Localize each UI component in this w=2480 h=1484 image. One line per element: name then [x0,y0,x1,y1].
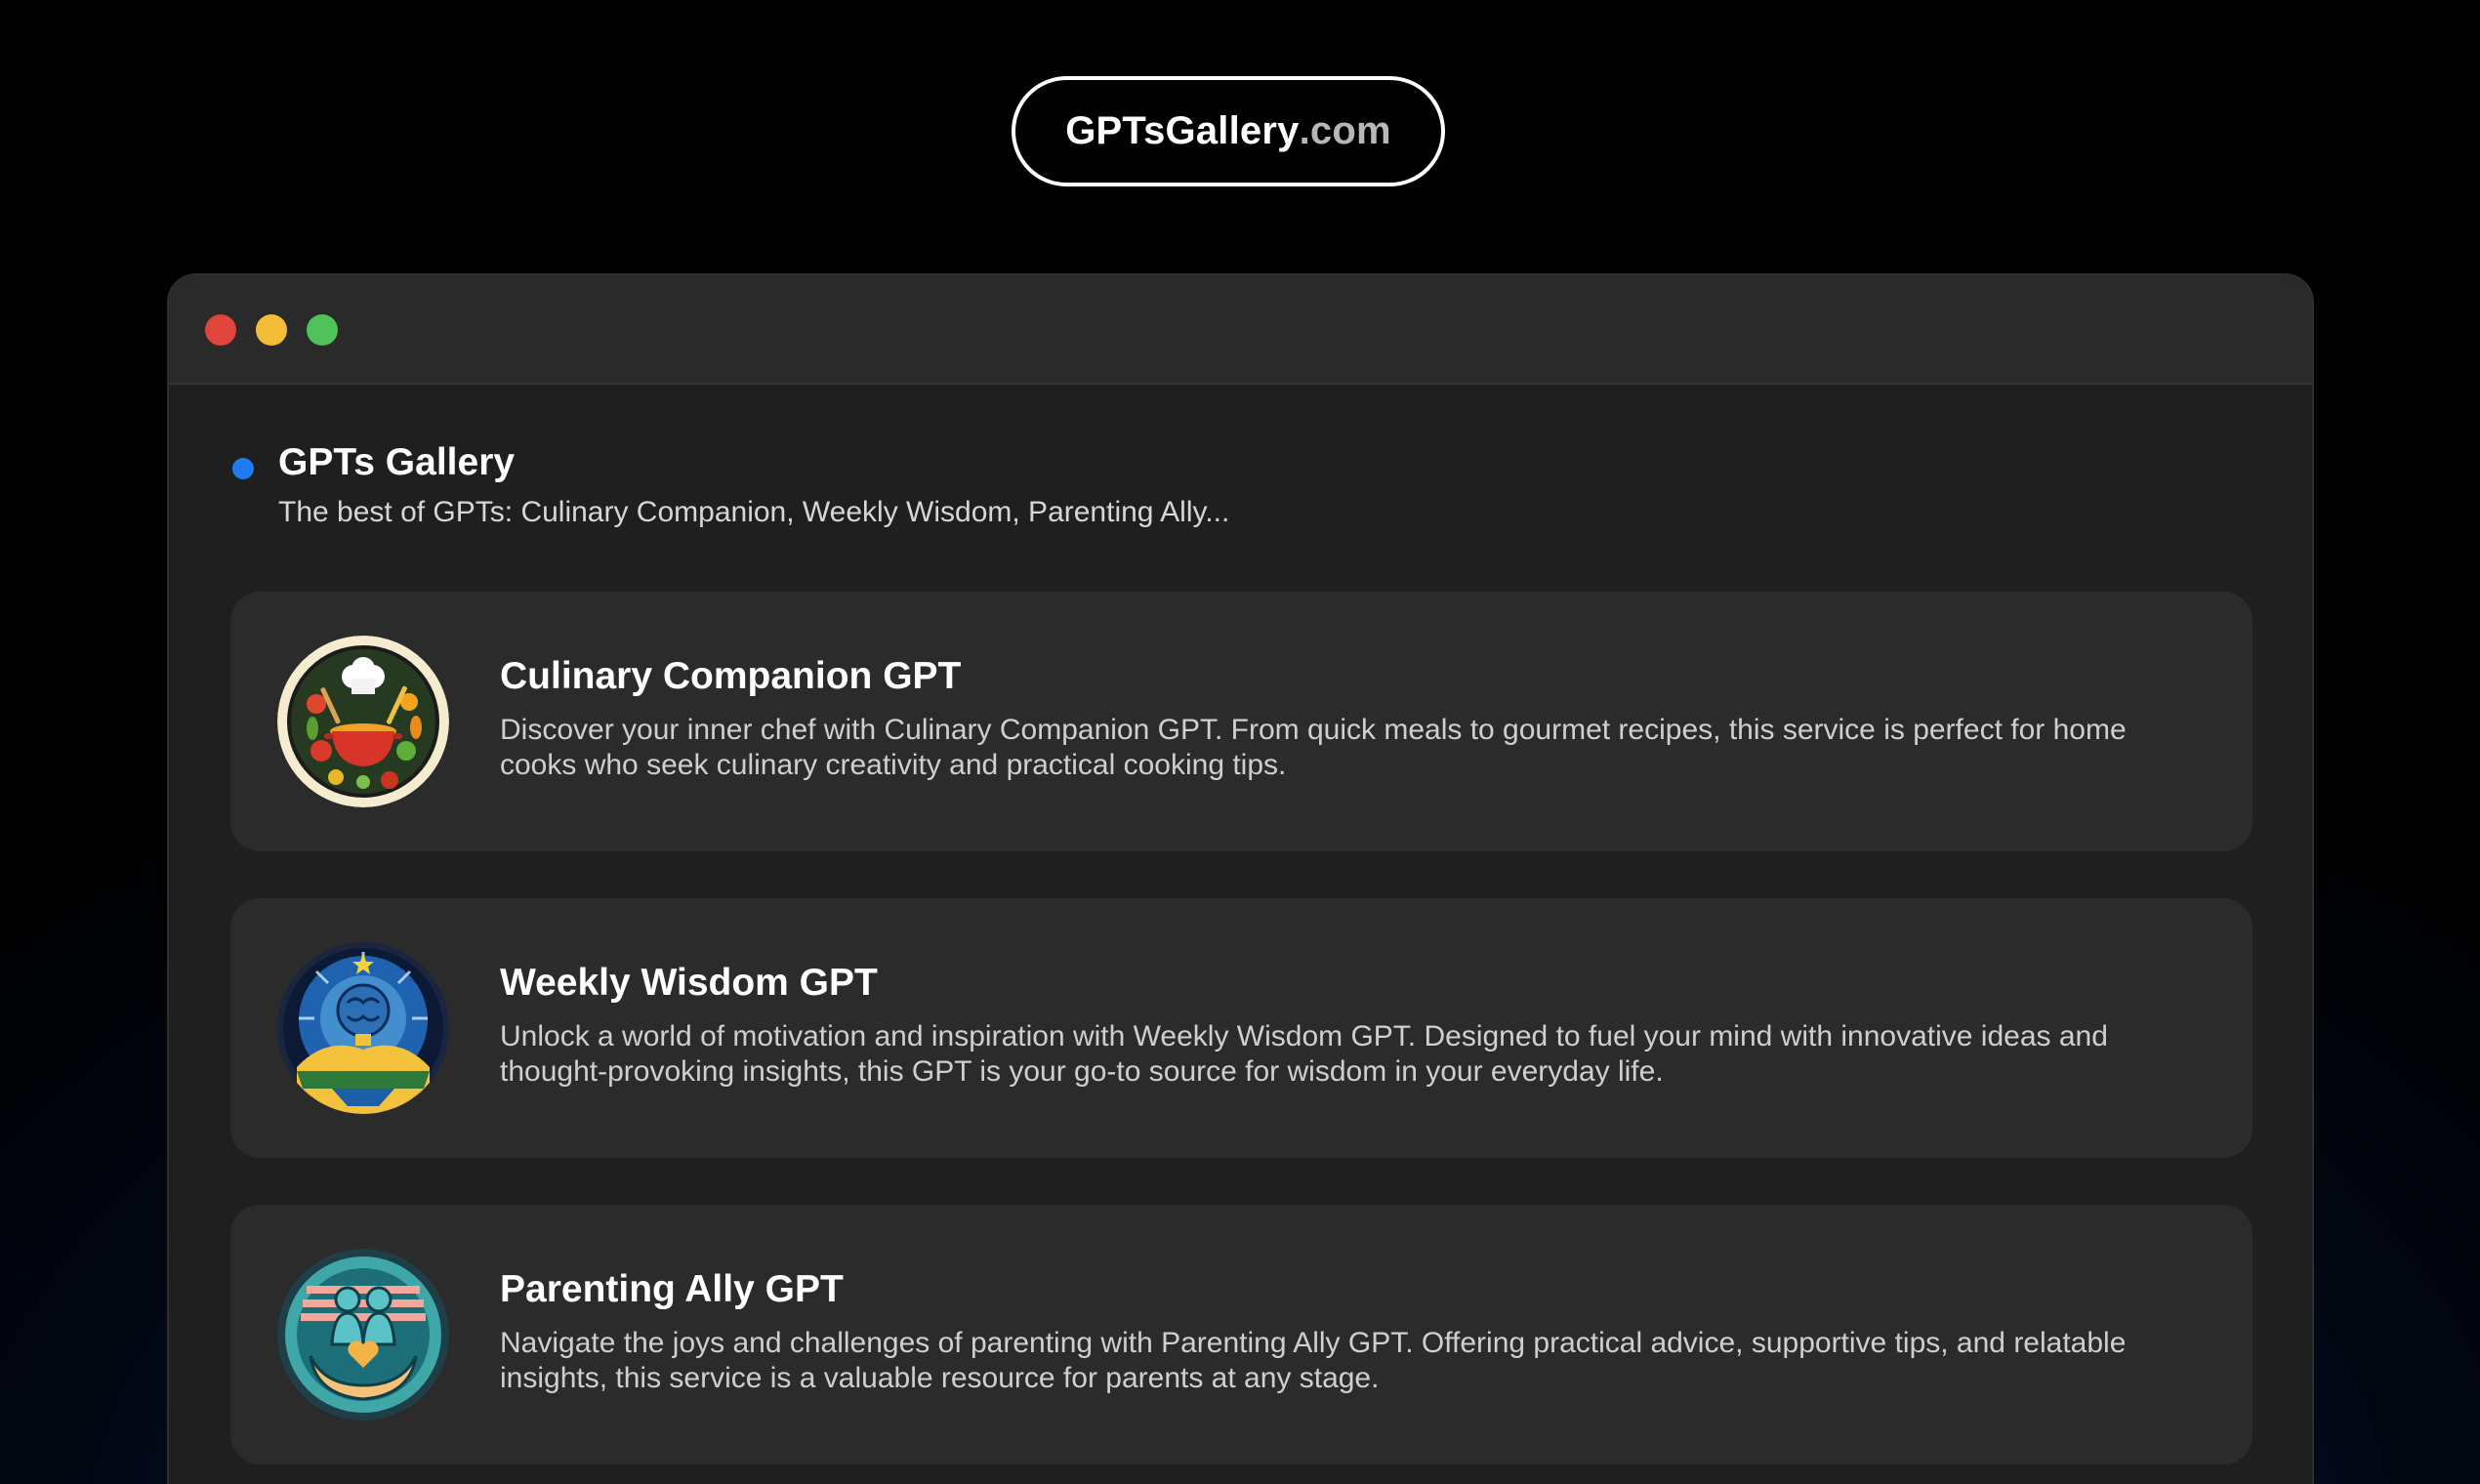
maximize-window-button[interactable] [307,314,338,346]
gpt-card-culinary-companion[interactable]: Culinary Companion GPT Discover your inn… [230,592,2253,851]
brand-link[interactable]: GPTsGallery .com [1012,76,1445,186]
status-dot-icon [232,458,254,479]
gpt-card-weekly-wisdom[interactable]: Weekly Wisdom GPT Unlock a world of moti… [230,898,2253,1158]
card-description: Navigate the joys and challenges of pare… [500,1327,2127,1394]
minimize-window-button[interactable] [256,314,287,346]
page-subtitle: The best of GPTs: Culinary Companion, We… [278,496,1230,528]
page-title: GPTs Gallery [278,441,516,483]
family-hands-heart-icon [277,1249,449,1421]
brand-name: GPTsGallery [1065,109,1300,152]
brand-tld: .com [1299,109,1391,152]
app-window: GPTs Gallery The best of GPTs: Culinary … [167,273,2314,1484]
card-description: Unlock a world of motivation and inspira… [500,1020,2108,1088]
gpt-card-parenting-ally[interactable]: Parenting Ally GPT Navigate the joys and… [230,1205,2253,1464]
card-title: Parenting Ally GPT [500,1268,844,1310]
window-titlebar [169,275,2312,385]
page-background: GPTsGallery .com GPTs Gallery The best of… [0,0,2480,1484]
close-window-button[interactable] [205,314,236,346]
gpt-card-list: Culinary Companion GPT Discover your inn… [230,592,2253,1484]
card-description: Discover your inner chef with Culinary C… [500,714,2127,781]
chef-pot-icon [277,636,449,807]
card-title: Weekly Wisdom GPT [500,962,878,1004]
brain-lightbulb-icon [277,942,449,1114]
card-title: Culinary Companion GPT [500,655,962,697]
